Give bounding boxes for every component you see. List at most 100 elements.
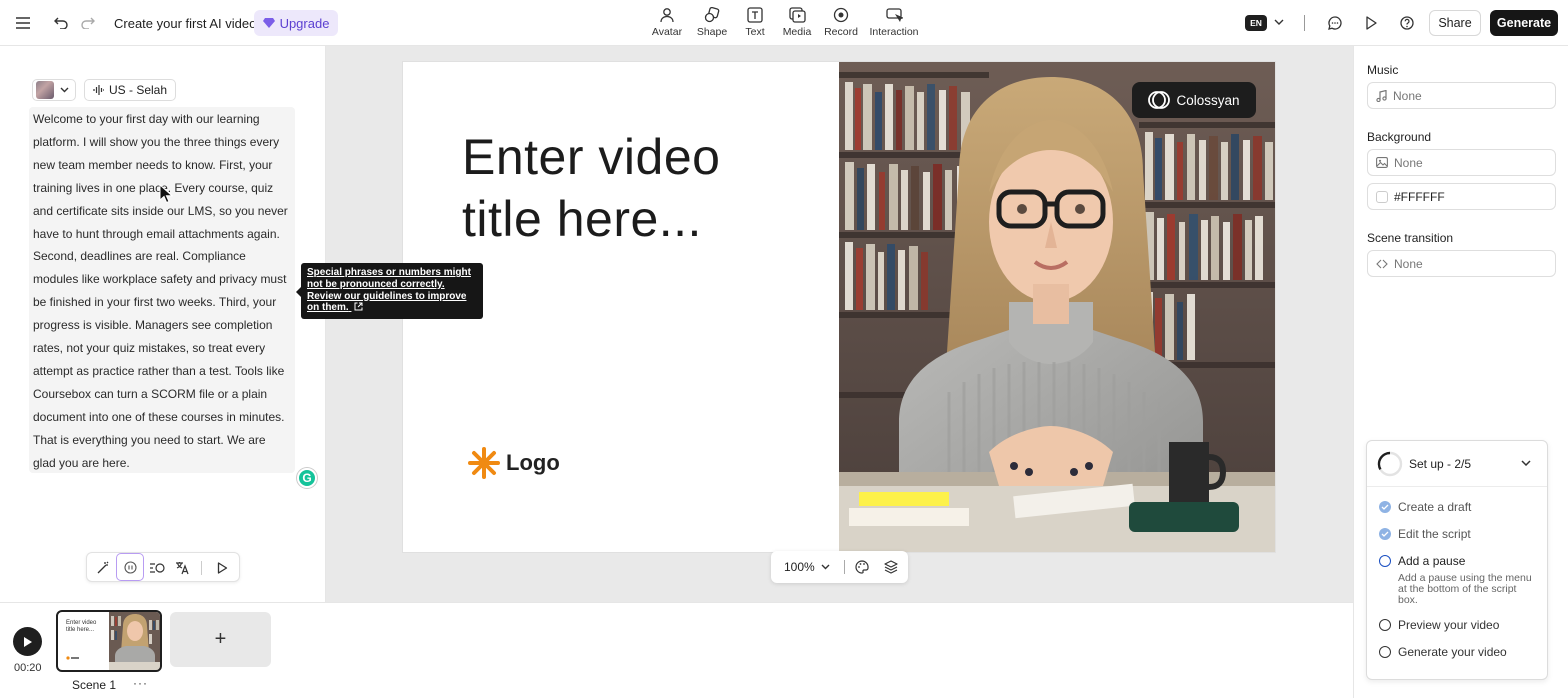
more-options-icon[interactable]: ··· <box>133 676 148 690</box>
transition-label: Scene transition <box>1367 231 1454 245</box>
tool-avatar[interactable]: Avatar <box>648 7 686 41</box>
tool-text[interactable]: Text <box>735 7 775 41</box>
image-icon <box>1376 157 1388 168</box>
checklist-item-label: Create a draft <box>1398 500 1472 514</box>
transition-value: None <box>1394 256 1423 271</box>
mouse-cursor-icon <box>159 184 173 204</box>
empty-circle-icon <box>1379 646 1391 658</box>
checklist-item-add-pause[interactable]: Add a pause <box>1379 554 1465 568</box>
empty-circle-icon <box>1379 555 1391 567</box>
avatar-selector[interactable] <box>32 79 76 101</box>
chevron-down-icon[interactable] <box>1272 15 1286 29</box>
music-field[interactable]: None <box>1367 82 1556 109</box>
video-duration: 00:20 <box>14 662 42 674</box>
project-title[interactable]: Create your first AI video <box>114 16 256 31</box>
divider <box>201 561 202 575</box>
palette-icon[interactable] <box>854 559 870 575</box>
checklist-item-create-draft[interactable]: Create a draft <box>1379 500 1471 514</box>
checklist-item-generate[interactable]: Generate your video <box>1379 645 1507 659</box>
insert-toolbar: Avatar Shape Text Media Record Interacti… <box>648 7 925 41</box>
checklist-title: Set up - 2/5 <box>1409 457 1472 471</box>
text-icon <box>747 7 763 23</box>
voice-selector[interactable]: US - Selah <box>84 79 176 101</box>
ai-assist-icon[interactable] <box>92 557 114 579</box>
redo-icon[interactable] <box>79 14 97 32</box>
tool-media[interactable]: Media <box>775 7 819 41</box>
chevron-down-icon <box>60 87 69 93</box>
tooltip-text: Special phrases or numbers might not be … <box>307 267 471 314</box>
add-scene-button[interactable]: + <box>170 612 271 667</box>
layers-icon[interactable] <box>883 559 899 575</box>
share-button[interactable]: Share <box>1429 10 1481 36</box>
checklist-item-preview[interactable]: Preview your video <box>1379 618 1499 632</box>
top-bar: Create your first AI video Upgrade Avata… <box>0 0 1568 46</box>
tool-shape[interactable]: Shape <box>689 7 735 41</box>
zoom-level[interactable]: 100% <box>784 560 815 574</box>
progress-ring-icon <box>1377 451 1403 477</box>
pause-insert-button[interactable] <box>116 553 144 581</box>
play-icon <box>23 636 32 647</box>
script-textbox[interactable]: Welcome to your first day with our learn… <box>29 107 295 473</box>
transition-field[interactable]: None <box>1367 250 1556 277</box>
color-swatch <box>1376 190 1388 203</box>
menu-icon[interactable] <box>14 14 32 32</box>
record-icon <box>833 7 849 23</box>
grammarly-icon[interactable]: G <box>297 468 317 488</box>
scene-timeline: 00:20 Enter video title here... + Scene … <box>0 602 1353 698</box>
pronunciation-tooltip[interactable]: Special phrases or numbers might not be … <box>296 263 483 319</box>
waveform-icon <box>93 85 104 95</box>
background-media-field[interactable]: None <box>1367 149 1556 176</box>
media-icon <box>788 7 806 23</box>
language-badge[interactable]: EN <box>1245 15 1267 31</box>
canvas-area: Enter video title here... Logo Colossyan… <box>326 46 1353 602</box>
transition-icon <box>1376 259 1388 268</box>
checklist-item-label: Edit the script <box>1398 527 1471 541</box>
tool-interaction[interactable]: Interaction <box>863 7 925 41</box>
scene-thumbnail[interactable]: Enter video title here... <box>56 610 162 672</box>
avatar-image[interactable]: Colossyan <box>839 62 1275 552</box>
chevron-down-icon[interactable] <box>819 562 831 572</box>
checklist-item-edit-script[interactable]: Edit the script <box>1379 527 1471 541</box>
upgrade-button[interactable]: Upgrade <box>254 10 338 36</box>
shape-icon <box>704 7 720 23</box>
gem-icon <box>262 18 275 28</box>
scene-label[interactable]: Scene 1 <box>72 678 116 692</box>
voice-label: US - Selah <box>108 83 168 97</box>
preview-play-icon[interactable] <box>1362 14 1380 32</box>
checklist-header[interactable]: Set up - 2/5 <box>1367 441 1547 487</box>
comment-icon[interactable] <box>1326 14 1344 32</box>
chevron-down-icon[interactable] <box>1521 460 1531 466</box>
tool-label: Record <box>824 26 858 38</box>
divider <box>844 560 845 574</box>
generate-button[interactable]: Generate <box>1490 10 1558 36</box>
script-panel: US - Selah Welcome to your first day wit… <box>0 46 326 602</box>
thumb-logo-icon <box>66 656 79 660</box>
slide-title[interactable]: Enter video title here... <box>462 126 792 250</box>
tool-label: Media <box>782 26 812 38</box>
zoom-bar: 100% <box>771 551 908 583</box>
translate-icon[interactable] <box>171 557 193 579</box>
slide-canvas[interactable]: Enter video title here... Logo Colossyan <box>403 62 1275 552</box>
play-button[interactable] <box>13 627 42 656</box>
slide-logo[interactable]: Logo <box>467 446 560 480</box>
brand-watermark: Colossyan <box>1132 82 1256 118</box>
tool-label: Text <box>745 26 765 38</box>
tool-label: Shape <box>696 26 728 38</box>
tool-label: Avatar <box>651 26 683 38</box>
colossyan-logo-icon <box>1148 91 1171 109</box>
music-note-icon <box>1376 89 1387 102</box>
undo-icon[interactable] <box>52 14 70 32</box>
play-script-icon[interactable] <box>211 557 233 579</box>
checklist-item-label: Add a pause <box>1398 554 1466 568</box>
background-color-field[interactable]: #FFFFFF <box>1367 183 1556 210</box>
checklist-item-label: Generate your video <box>1398 645 1507 659</box>
tool-record[interactable]: Record <box>819 7 863 41</box>
avatar-thumbnail <box>36 81 54 99</box>
brand-text: Colossyan <box>1176 92 1240 108</box>
logo-text: Logo <box>506 450 560 475</box>
pronunciation-icon[interactable] <box>146 557 168 579</box>
avatar-icon <box>660 8 674 23</box>
upgrade-label: Upgrade <box>279 15 330 31</box>
help-icon[interactable] <box>1398 14 1416 32</box>
checklist-item-label: Preview your video <box>1398 618 1500 632</box>
